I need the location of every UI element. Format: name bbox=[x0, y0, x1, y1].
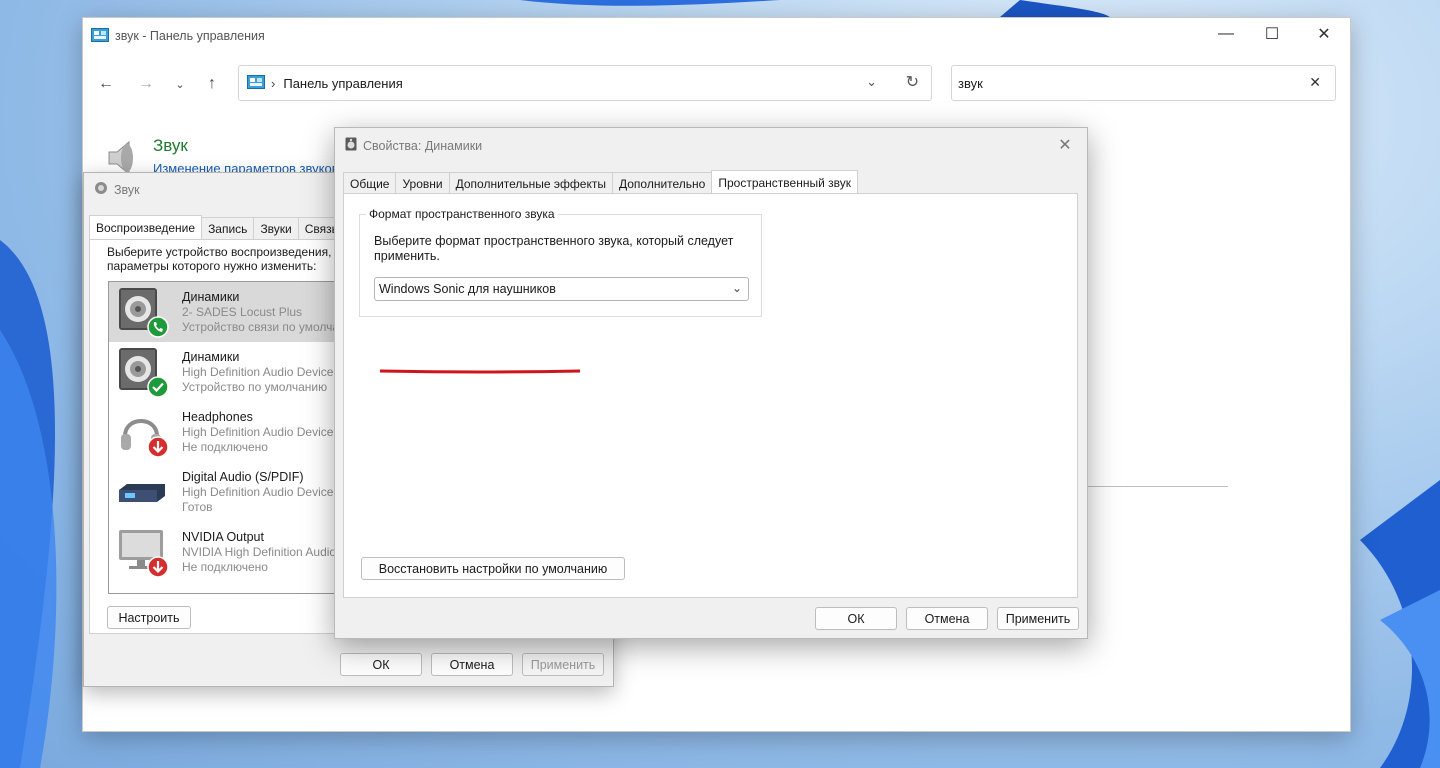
down-arrow-badge-icon bbox=[147, 436, 169, 458]
sound-dialog-title-text: Звук bbox=[114, 182, 140, 197]
device-prompt: Выберите устройство воспроизведения, пар… bbox=[107, 245, 332, 273]
down-arrow-badge-icon bbox=[147, 556, 169, 578]
device-description: High Definition Audio Device bbox=[182, 365, 334, 379]
breadcrumb[interactable]: Панель управления bbox=[283, 76, 402, 91]
breadcrumb-separator-icon: › bbox=[271, 75, 276, 91]
close-icon[interactable]: ✕ bbox=[1301, 22, 1347, 46]
chevron-down-icon: ⌄ bbox=[731, 281, 742, 295]
recent-chevron-icon[interactable]: ⌄ bbox=[169, 73, 191, 95]
tab-playback[interactable]: Воспроизведение bbox=[89, 215, 203, 239]
list-item[interactable]: NVIDIA Output NVIDIA High Definition Aud… bbox=[109, 522, 339, 582]
forward-arrow-icon[interactable]: → bbox=[135, 73, 157, 95]
sound-heading[interactable]: Звук bbox=[153, 136, 188, 156]
spatial-format-group: Формат пространственного звука Выберите … bbox=[359, 207, 762, 317]
chevron-down-icon[interactable]: ⌄ bbox=[866, 74, 877, 90]
close-icon[interactable]: ✕ bbox=[1051, 134, 1079, 156]
device-name: Headphones bbox=[182, 410, 253, 424]
search-value: звук bbox=[958, 75, 983, 91]
device-name: Динамики bbox=[182, 290, 240, 304]
address-bar[interactable]: › Панель управления ⌄ ↻ bbox=[238, 65, 932, 101]
highlight-underline bbox=[380, 369, 580, 374]
properties-dialog-title-text: Свойства: Динамики bbox=[363, 138, 483, 153]
sound-tabs: Воспроизведение Запись Звуки Связь bbox=[89, 215, 345, 239]
headphones-icon bbox=[117, 406, 169, 458]
speaker-icon bbox=[117, 346, 169, 398]
device-description: High Definition Audio Device bbox=[182, 485, 334, 499]
properties-tabs: Общие Уровни Дополнительные эффекты Допо… bbox=[343, 170, 858, 194]
device-status: Устройство связи по умолчанию bbox=[182, 320, 340, 334]
list-item[interactable]: Headphones High Definition Audio Device … bbox=[109, 402, 339, 462]
device-status: Устройство по умолчанию bbox=[182, 380, 328, 394]
configure-button[interactable]: Настроить bbox=[107, 606, 191, 629]
maximize-icon[interactable]: ☐ bbox=[1249, 22, 1295, 46]
list-item[interactable]: Digital Audio (S/PDIF) High Definition A… bbox=[109, 462, 339, 522]
list-item[interactable]: Динамики 2- SADES Locust Plus Устройство… bbox=[109, 282, 339, 342]
speaker-icon bbox=[345, 137, 357, 154]
refresh-icon[interactable]: ↻ bbox=[906, 72, 919, 92]
window-title: звук - Панель управления bbox=[91, 26, 265, 46]
properties-dialog-title: Свойства: Динамики bbox=[345, 137, 482, 154]
apply-button[interactable]: Применить bbox=[997, 607, 1079, 630]
device-description: 2- SADES Locust Plus bbox=[182, 305, 303, 319]
tab-advanced[interactable]: Дополнительно bbox=[611, 172, 713, 194]
device-name: Динамики bbox=[182, 350, 240, 364]
device-description: High Definition Audio Device bbox=[182, 425, 334, 439]
device-status: Не подключено bbox=[182, 560, 268, 574]
speaker-icon bbox=[117, 286, 169, 338]
device-status: Не подключено bbox=[182, 440, 268, 454]
list-item[interactable]: Динамики High Definition Audio Device Ус… bbox=[109, 342, 339, 402]
device-list[interactable]: Динамики 2- SADES Locust Plus Устройство… bbox=[108, 281, 340, 594]
window-title-text: звук - Панель управления bbox=[115, 29, 265, 43]
sound-cancel-button[interactable]: Отмена bbox=[431, 653, 513, 676]
device-name: NVIDIA Output bbox=[182, 530, 264, 544]
monitor-icon bbox=[117, 526, 169, 578]
digital-audio-icon bbox=[117, 466, 169, 518]
check-badge-icon bbox=[147, 376, 169, 398]
control-panel-icon bbox=[91, 27, 109, 45]
speaker-icon bbox=[94, 181, 108, 198]
device-description: NVIDIA High Definition Audio bbox=[182, 545, 337, 559]
tab-general[interactable]: Общие bbox=[343, 172, 397, 194]
tab-recording[interactable]: Запись bbox=[201, 217, 255, 239]
search-input[interactable]: звук ✕ bbox=[951, 65, 1336, 101]
device-status: Готов bbox=[182, 500, 213, 514]
up-arrow-icon[interactable]: ↑ bbox=[201, 73, 223, 95]
sound-apply-button[interactable]: Применить bbox=[522, 653, 604, 676]
group-label: Формат пространственного звука bbox=[366, 207, 558, 221]
phone-badge-icon bbox=[147, 316, 169, 338]
control-panel-icon bbox=[247, 74, 265, 92]
tab-enhancements[interactable]: Дополнительные эффекты bbox=[448, 172, 613, 194]
group-description: Выберите формат пространственного звука,… bbox=[374, 234, 734, 263]
sound-dialog-title: Звук bbox=[94, 181, 140, 198]
device-name: Digital Audio (S/PDIF) bbox=[182, 470, 304, 484]
sound-ok-button[interactable]: ОК bbox=[340, 653, 422, 676]
clear-search-icon[interactable]: ✕ bbox=[1309, 74, 1321, 91]
tab-spatial-sound[interactable]: Пространственный звук bbox=[711, 170, 858, 194]
spatial-sound-panel: Формат пространственного звука Выберите … bbox=[343, 193, 1078, 598]
spatial-format-select[interactable]: Windows Sonic для наушников ⌄ bbox=[374, 277, 749, 301]
minimize-icon[interactable]: — bbox=[1203, 22, 1249, 46]
back-arrow-icon[interactable]: ← bbox=[95, 73, 117, 95]
ok-button[interactable]: ОК bbox=[815, 607, 897, 630]
restore-defaults-button[interactable]: Восстановить настройки по умолчанию bbox=[361, 557, 625, 580]
tab-sounds[interactable]: Звуки bbox=[253, 217, 299, 239]
tab-levels[interactable]: Уровни bbox=[395, 172, 450, 194]
cancel-button[interactable]: Отмена bbox=[906, 607, 988, 630]
speaker-properties-dialog: Свойства: Динамики ✕ Общие Уровни Дополн… bbox=[334, 127, 1088, 639]
divider bbox=[1088, 486, 1228, 487]
selected-format: Windows Sonic для наушников bbox=[379, 282, 556, 296]
